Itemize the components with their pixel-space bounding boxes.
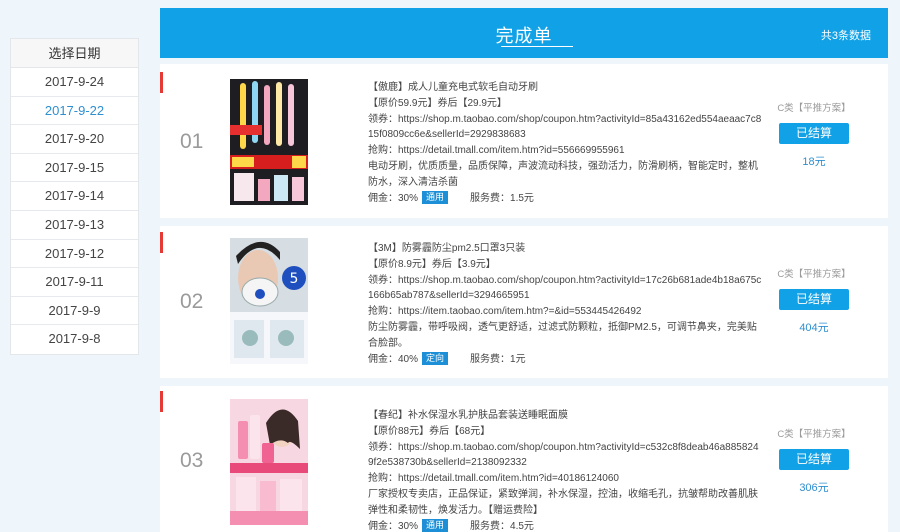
order-card: 03 【春纪】补水保湿水乳护肤品套装送睡眠面膜 【原价88元】券后【68元】 领… [160,386,888,532]
plan-category: C类【平推方案】 [777,269,851,280]
product-image-mask[interactable]: 5 [230,238,308,364]
date-sidebar: 选择日期 2017-9-24 2017-9-22 2017-9-20 2017-… [10,38,139,355]
plan-tag: 定向 [422,351,449,365]
product-description: 厂家授权专卖店，正品保证，紧致弹润，补水保湿，控油，收缩毛孔，抗皱帮助改善肌肤弹… [368,488,758,516]
settled-amount: 18元 [802,156,826,168]
buy-link[interactable]: 抢购：https://item.taobao.com/item.htm?=&id… [368,304,763,320]
order-number: 02 [180,290,204,313]
sidebar-item-date[interactable]: 2017-9-9 [11,297,138,326]
plan-category: C类【平推方案】 [777,103,851,114]
settled-button[interactable]: 已结算 [779,123,849,144]
coupon-link[interactable]: 领券：https://shop.m.taobao.com/shop/coupon… [368,273,763,305]
product-title: 【3M】防雾霾防尘pm2.5口罩3只装 [368,243,526,254]
card-marker [160,391,163,412]
product-description: 防尘防雾霾，带呼吸阀，透气更舒适，过滤式防颗粒，抵御PM2.5，可调节鼻夹，完美… [368,321,757,349]
commission-rate: 佣金：30% [368,192,419,204]
settlement-panel: C类【平推方案】 已结算 306元 [772,426,856,495]
order-number: 01 [180,130,204,153]
settled-amount: 306元 [799,482,829,494]
settled-button[interactable]: 已结算 [779,449,849,470]
plan-category: C类【平推方案】 [777,429,851,440]
card-marker [160,72,163,93]
sidebar-item-date[interactable]: 2017-9-14 [11,182,138,211]
sidebar-item-date[interactable]: 2017-9-8 [11,325,138,354]
price-info: 【原价88元】券后【68元】 [368,425,491,437]
order-card: 02 5 【3M】防雾霾防尘pm2.5口罩3只装 【原价8.9元】券后【3.9元… [160,226,888,378]
sidebar-item-date[interactable]: 2017-9-15 [11,154,138,183]
order-details: 【3M】防雾霾防尘pm2.5口罩3只装 【原价8.9元】券后【3.9元】 领券：… [368,241,763,367]
card-marker [160,232,163,253]
sidebar-item-date[interactable]: 2017-9-12 [11,240,138,269]
coupon-link[interactable]: 领券：https://shop.m.taobao.com/shop/coupon… [368,112,763,144]
main-panel: 完成单 共3条数据 01 【傲鹿】成人儿童充电式软毛自动牙刷 【原价59.9元】… [160,8,888,532]
buy-link[interactable]: 抢购：https://detail.tmall.com/item.htm?id=… [368,471,763,487]
sidebar-item-date[interactable]: 2017-9-13 [11,211,138,240]
commission-rate: 佣金：40% [368,353,419,365]
settlement-panel: C类【平推方案】 已结算 18元 [772,100,856,169]
page-title: 完成单 [495,26,553,46]
service-fee: 服务费：4.5元 [470,520,534,532]
product-image-skincare[interactable] [230,399,308,525]
sidebar-header: 选择日期 [11,39,138,68]
settled-button[interactable]: 已结算 [779,289,849,310]
plan-tag: 通用 [422,518,449,532]
coupon-link[interactable]: 领券：https://shop.m.taobao.com/shop/coupon… [368,440,763,472]
price-info: 【原价8.9元】券后【3.9元】 [368,258,496,270]
sidebar-item-date[interactable]: 2017-9-11 [11,268,138,297]
commission-rate: 佣金：30% [368,520,419,532]
service-fee: 服务费：1元 [470,353,526,365]
title-underline [501,46,573,47]
service-fee: 服务费：1.5元 [470,192,534,204]
page-header: 完成单 共3条数据 [160,8,888,58]
record-count: 共3条数据 [820,30,871,42]
price-info: 【原价59.9元】券后【29.9元】 [368,97,507,109]
commission-row: 佣金：40% 定向 服务费：1元 [368,351,763,368]
product-title: 【春纪】补水保湿水乳护肤品套装送睡眠面膜 [368,410,568,421]
plan-tag: 通用 [422,190,449,204]
settled-amount: 404元 [799,322,829,334]
order-card: 01 【傲鹿】成人儿童充电式软毛自动牙刷 【原价59.9元】券后【29.9元】 … [160,64,888,218]
product-description: 电动牙刷，优质质量，品质保障，声波流动科技，强劲活力，防滑刷柄，智能定时，整机防… [368,160,758,188]
commission-row: 佣金：30% 通用 服务费：4.5元 [368,518,763,532]
sidebar-item-date[interactable]: 2017-9-20 [11,125,138,154]
order-details: 【春纪】补水保湿水乳护肤品套装送睡眠面膜 【原价88元】券后【68元】 领券：h… [368,408,763,532]
order-details: 【傲鹿】成人儿童充电式软毛自动牙刷 【原价59.9元】券后【29.9元】 领券：… [368,80,763,206]
buy-link[interactable]: 抢购：https://detail.tmall.com/item.htm?id=… [368,143,763,159]
settlement-panel: C类【平推方案】 已结算 404元 [772,266,856,335]
product-image-toothbrush[interactable] [230,79,308,205]
sidebar-item-date[interactable]: 2017-9-24 [11,68,138,97]
svg-text:5: 5 [290,271,299,287]
order-number: 03 [180,449,204,472]
sidebar-item-date[interactable]: 2017-9-22 [11,97,138,126]
commission-row: 佣金：30% 通用 服务费：1.5元 [368,190,763,207]
product-title: 【傲鹿】成人儿童充电式软毛自动牙刷 [368,82,538,93]
